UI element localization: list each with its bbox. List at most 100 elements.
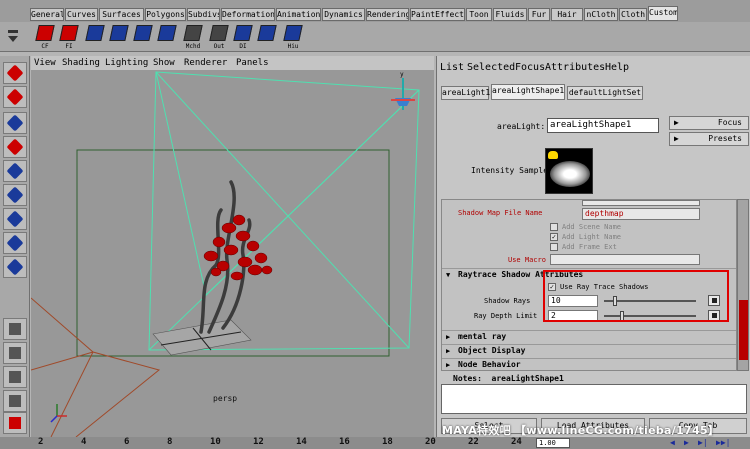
shelf-tab-cloth[interactable]: Cloth [619, 8, 647, 21]
ae-tab-defaultlightset[interactable]: defaultLightSet [567, 86, 643, 100]
outliner-layout-button[interactable] [3, 366, 27, 388]
move-tool-icon [6, 138, 24, 156]
shelf-tab-curves[interactable]: Curves [65, 8, 98, 21]
select-tool-icon [6, 64, 24, 82]
shelf-tab-dynamics[interactable]: Dynamics [322, 8, 365, 21]
ae-menu-help[interactable]: Help [605, 62, 629, 73]
ae-menu-attributes[interactable]: Attributes [545, 62, 605, 73]
viewport-menu-show[interactable]: Show [153, 57, 175, 69]
add-frame-ext-checkbox[interactable] [550, 243, 558, 251]
shelf-button-icon-3[interactable] [108, 24, 130, 50]
shelf-button-icon-2[interactable] [84, 24, 106, 50]
add-scene-name-checkbox[interactable] [550, 223, 558, 231]
time-slider[interactable]: 2 4 6 8 10 12 14 16 18 20 22 24 1.00 ◀ ▶ ▶| ▶▶| [0, 437, 750, 449]
shelf-button-mchd[interactable]: Mchd [182, 24, 204, 50]
playback-controls[interactable]: ◀ ▶ ▶| ▶▶| [620, 438, 746, 448]
time-tick-label: 14 [296, 437, 307, 447]
shelf-tab-painteffects[interactable]: PaintEffects [410, 8, 465, 21]
cf-icon [35, 25, 55, 41]
manipulator-button[interactable] [3, 208, 27, 230]
focus-arrow-icon: ▶ [674, 118, 679, 127]
add-light-name-checkbox[interactable]: ✓ [550, 233, 558, 241]
shelf-tab-fur[interactable]: Fur [528, 8, 550, 21]
viewport-menu-panels[interactable]: Panels [236, 57, 269, 69]
hypershade-layout-button[interactable] [3, 412, 27, 434]
shelf-menu-arrow[interactable] [6, 28, 20, 46]
mental-ray-section[interactable]: ▶ mental ray [442, 330, 736, 343]
shadow-rays-label: Shadow Rays [484, 297, 531, 305]
viewport-menu-renderer[interactable]: Renderer [184, 57, 227, 69]
current-frame-field[interactable]: 1.00 [536, 438, 570, 448]
shelf-tab-animation[interactable]: Animation [276, 8, 321, 21]
attribute-editor: List Selected Focus Attributes Help areaLigh… [436, 56, 750, 437]
viewport-menu-shading[interactable]: Shading [62, 57, 100, 69]
paint-select-button[interactable] [3, 112, 27, 134]
notes-textarea[interactable] [441, 384, 747, 414]
viewport-menu-lighting[interactable]: Lighting [105, 57, 148, 69]
node-behavior-section[interactable]: ▶ Node Behavior [442, 358, 736, 370]
shelf-tab-toon[interactable]: Toon [466, 8, 492, 21]
time-tick-label: 22 [468, 437, 479, 447]
step-forward-icon[interactable]: ▶| [698, 438, 708, 447]
shelf-tab-fluids[interactable]: Fluids [493, 8, 527, 21]
shelf-tab-rendering[interactable]: Rendering [366, 8, 409, 21]
watermark-text: MAYA特效吧 【www.lineCG.com/tieba/1745】 [442, 424, 720, 437]
berries[interactable] [203, 214, 273, 281]
scrollbar-thumb[interactable] [739, 300, 748, 360]
lasso-tool-button[interactable] [3, 86, 27, 108]
shelf-button-di[interactable]: DI [232, 24, 254, 50]
shelf-tab-bar: General Curves Surfaces Polygons Subdivs Defo… [0, 0, 750, 22]
play-forward-icon[interactable]: ▶ [684, 438, 689, 447]
ae-menu-selected[interactable]: Selected [467, 62, 515, 73]
shelf-tab-hair[interactable]: Hair [551, 8, 583, 21]
shadow-map-file-name-field[interactable]: depthmap [582, 208, 700, 220]
shelf-button-hiu[interactable]: Hiu [282, 24, 304, 50]
time-tick-label: 6 [124, 437, 130, 447]
hypershade-layout-icon [9, 417, 21, 429]
shelf-button-label: Hiu [287, 43, 299, 50]
shelf-button-icon-4[interactable] [132, 24, 154, 50]
attribute-scrollbar[interactable] [737, 199, 749, 371]
select-tool-button[interactable] [3, 62, 27, 84]
shelf-button-fi[interactable]: FI [58, 24, 80, 50]
four-pane-button[interactable] [3, 342, 27, 364]
play-back-icon[interactable]: ◀ [670, 438, 675, 447]
skip-end-icon[interactable]: ▶▶| [716, 438, 730, 447]
presets-button[interactable]: ▶ Presets [669, 132, 749, 146]
shelf-tab-deformation[interactable]: Deformation [221, 8, 275, 21]
shelf-tab-ncloth[interactable]: nCloth [584, 8, 618, 21]
single-pane-icon [9, 323, 21, 335]
area-light-wireframe[interactable] [148, 71, 420, 351]
show-manip-button[interactable] [3, 256, 27, 278]
graph-layout-button[interactable] [3, 390, 27, 412]
viewport-canvas[interactable]: y [31, 70, 434, 437]
rotate-tool-button[interactable] [3, 160, 27, 182]
viewport-menu-view[interactable]: View [34, 57, 56, 69]
shelf-tab-subdivs[interactable]: Subdivs [187, 8, 220, 21]
node-name-field[interactable]: areaLightShape1 [547, 118, 659, 133]
shelf-button-out[interactable]: Out [208, 24, 230, 50]
light-manipulator[interactable]: y [391, 71, 415, 110]
ae-tab-arealight1[interactable]: areaLight1 [441, 86, 490, 100]
soft-mod-button[interactable] [3, 232, 27, 254]
scale-tool-button[interactable] [3, 184, 27, 206]
focus-button[interactable]: ▶ Focus [669, 116, 749, 130]
outliner-layout-icon [9, 371, 21, 383]
shelf-tab-surfaces[interactable]: Surfaces [99, 8, 144, 21]
scrolled-field[interactable] [582, 200, 700, 206]
ae-tab-arealightshape1[interactable]: areaLightShape1 [491, 84, 565, 100]
shelf-button-icon-9[interactable] [256, 24, 278, 50]
shelf-tab-general[interactable]: General [30, 8, 64, 21]
viewport-panel[interactable]: View Shading Lighting Show Renderer Panels [31, 56, 434, 437]
single-pane-button[interactable] [3, 318, 27, 340]
shelf-button-icon-5[interactable] [156, 24, 178, 50]
move-tool-button[interactable] [3, 136, 27, 158]
ae-menu-list[interactable]: List [440, 62, 464, 73]
shelf-button-cf[interactable]: CF [34, 24, 56, 50]
ae-menu-focus[interactable]: Focus [515, 62, 545, 73]
object-display-section[interactable]: ▶ Object Display [442, 344, 736, 357]
use-macro-field[interactable] [550, 254, 700, 265]
shelf-tab-polygons[interactable]: Polygons [145, 8, 186, 21]
shelf-tab-custom[interactable]: Custom [648, 6, 678, 21]
manipulator-icon [6, 210, 24, 228]
